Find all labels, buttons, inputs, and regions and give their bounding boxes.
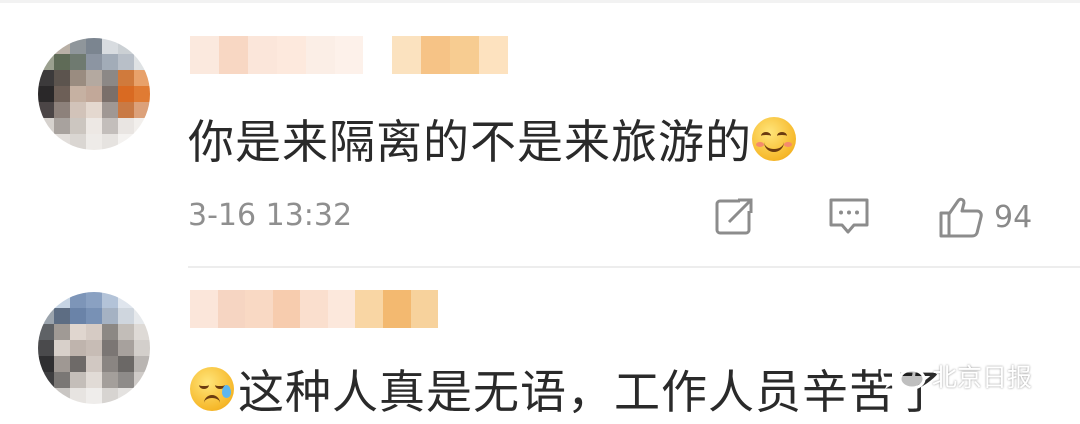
comment-body: 这种人真是无语，工作人员辛苦了 [238,365,943,419]
comment-icon [829,198,869,234]
watermark-text: 北京日报 [932,363,1033,392]
share-button[interactable] [714,196,756,238]
share-icon [715,197,756,235]
smiling-face-emoji-icon [752,117,796,161]
watermark: 北京日报 [880,358,1032,394]
sweat-face-emoji-icon [190,367,234,411]
comment-item: 你是来隔离的不是来旅游的 3-16 13:32 94 [0,0,1080,268]
avatar[interactable] [38,292,150,404]
comment-text: 你是来隔离的不是来旅游的 [188,106,796,172]
thumbs-up-icon [939,197,983,238]
reply-button[interactable] [828,196,870,238]
like-button[interactable]: 94 [938,196,1032,238]
comment-item: 这种人真是无语，工作人员辛苦了 [0,268,1080,424]
username-blurred[interactable] [190,290,439,328]
comment-body: 你是来隔离的不是来旅游的 [188,115,752,169]
like-count: 94 [994,199,1033,235]
comment-text: 这种人真是无语，工作人员辛苦了 [190,356,943,422]
wechat-icon [880,359,926,390]
timestamp: 3-16 13:32 [188,198,353,233]
avatar[interactable] [38,38,150,150]
username-blurred[interactable] [190,36,508,74]
